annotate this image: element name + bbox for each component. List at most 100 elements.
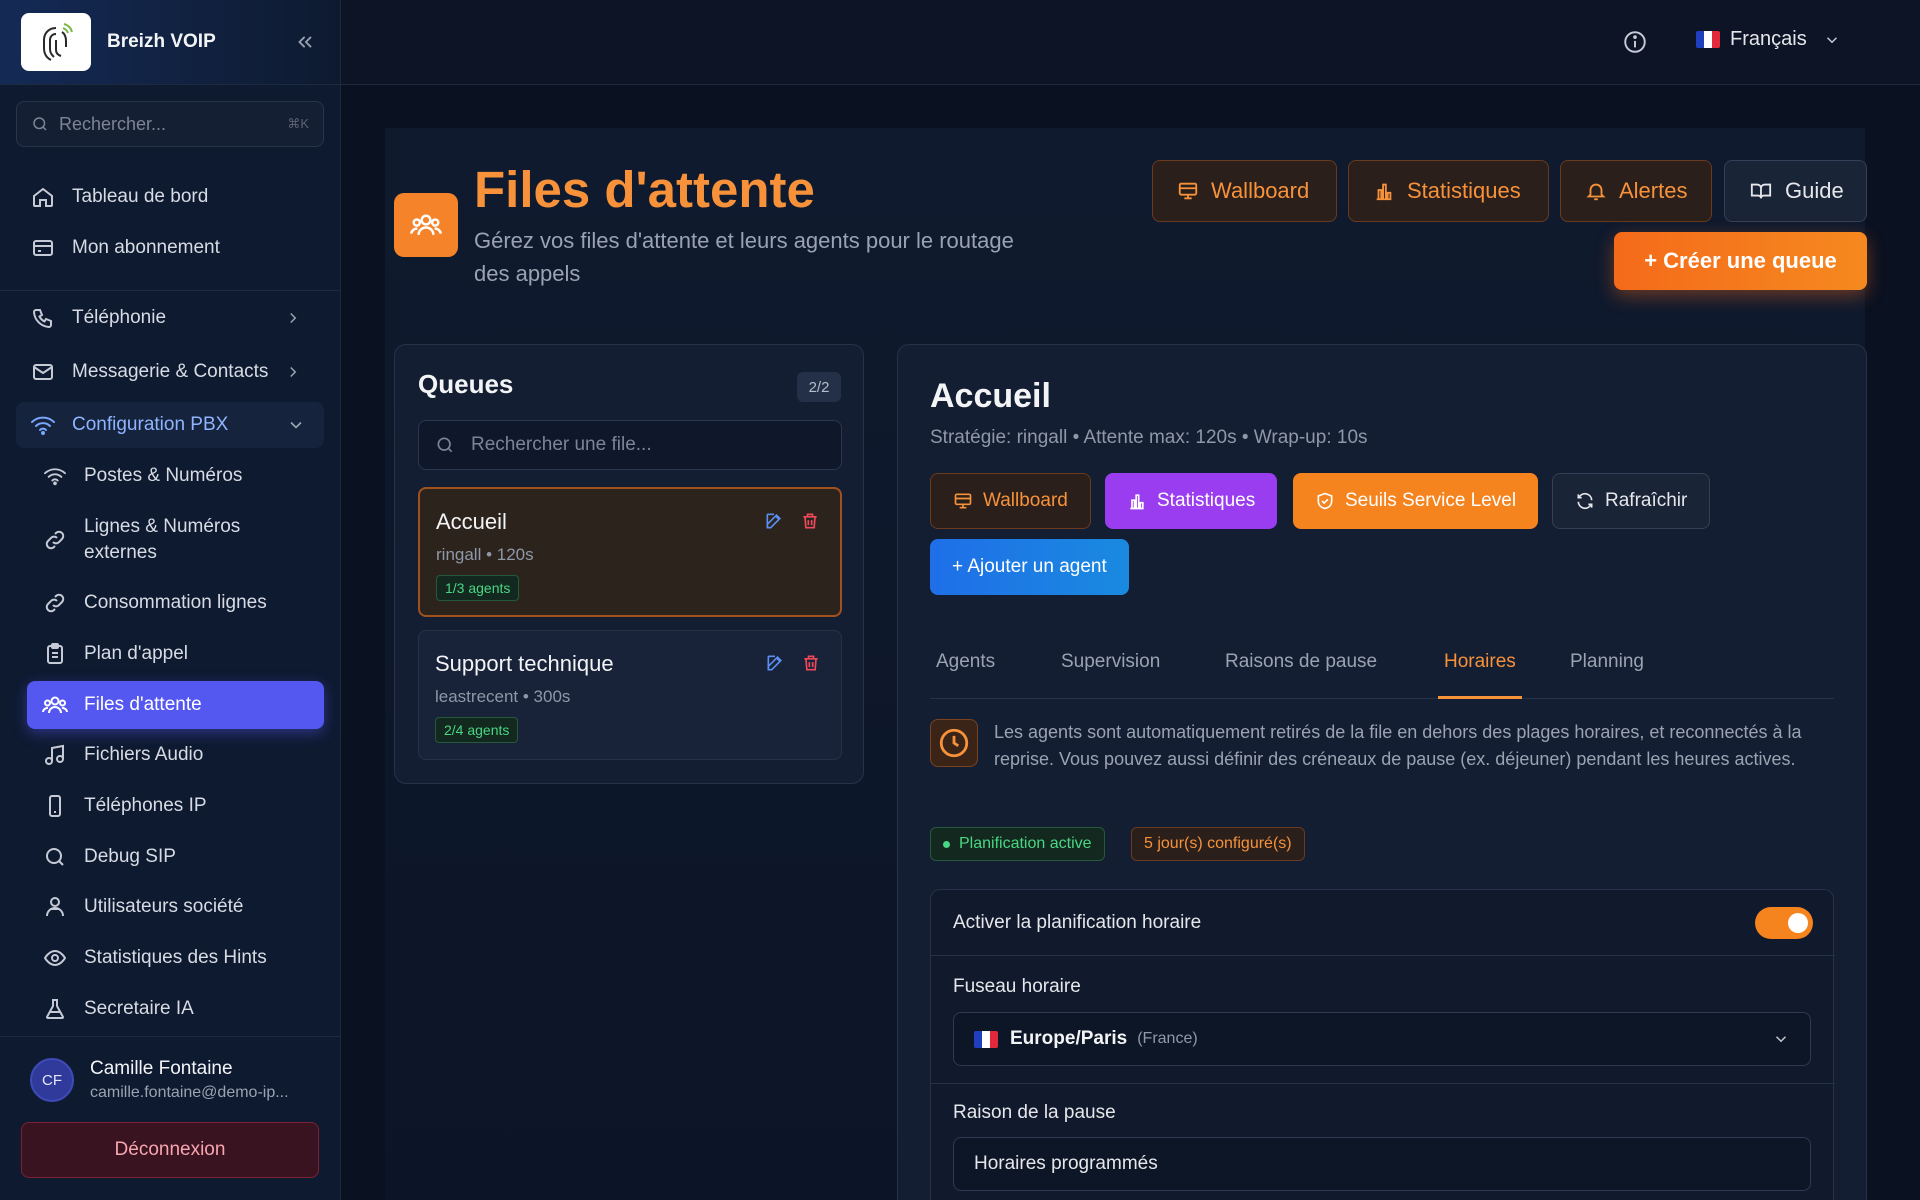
bar-chart-icon — [1373, 180, 1395, 202]
user-profile[interactable]: CF Camille Fontaine camille.fontaine@dem… — [30, 1058, 289, 1102]
sidebar-item-users[interactable]: Utilisateurs société — [42, 884, 322, 930]
brand-header: Breizh VOIP — [0, 0, 340, 85]
sidebar-search[interactable]: Rechercher... ⌘K — [16, 101, 324, 147]
user-email: camille.fontaine@demo-ip... — [90, 1084, 289, 1101]
wifi-icon — [30, 412, 56, 438]
queue-detail-panel: Accueil Stratégie: ringall • Attente max… — [897, 344, 1867, 1200]
users-icon — [42, 692, 68, 718]
timezone-select[interactable]: Europe/Paris (France) — [953, 1012, 1811, 1066]
sidebar-item-label: Téléphones IP — [84, 795, 207, 816]
brand-name: Breizh VOIP — [107, 31, 216, 52]
refresh-label: Rafraîchir — [1605, 490, 1688, 511]
refresh-icon — [1575, 491, 1595, 511]
alerts-button-label: Alertes — [1619, 178, 1688, 203]
tab-planning[interactable]: Planning — [1564, 645, 1650, 699]
queue-search-input[interactable]: Rechercher une file... — [418, 420, 842, 470]
sidebar-item-dashboard[interactable]: Tableau de bord — [30, 174, 320, 220]
chevron-right-icon — [284, 363, 302, 381]
search-shortcut: ⌘K — [287, 116, 309, 131]
wallboard-button-label: Wallboard — [1211, 178, 1310, 203]
timezone-row: Fuseau horaire Europe/Paris (France) — [931, 956, 1835, 1084]
link-icon — [42, 527, 68, 553]
tab-schedules[interactable]: Horaires — [1438, 645, 1522, 699]
sidebar-item-telephony[interactable]: Téléphonie — [30, 295, 320, 341]
alerts-button[interactable]: Alertes — [1560, 160, 1712, 222]
add-agent-button[interactable]: + Ajouter un agent — [930, 539, 1129, 595]
edit-icon[interactable] — [764, 511, 784, 531]
chevron-down-icon — [1772, 1030, 1790, 1048]
edit-icon[interactable] — [765, 653, 785, 673]
enable-schedule-label: Activer la planification horaire — [953, 912, 1202, 933]
service-level-thresholds-button[interactable]: Seuils Service Level — [1293, 473, 1539, 529]
pause-reason-label: Raison de la pause — [953, 1102, 1116, 1123]
chevron-down-icon — [1823, 31, 1841, 49]
statistics-button[interactable]: Statistiques — [1348, 160, 1549, 222]
status-dot — [943, 840, 950, 848]
brand-logo[interactable] — [21, 13, 91, 71]
sidebar-item-dialplan[interactable]: Plan d'appel — [42, 631, 322, 677]
sidebar-item-label: Tableau de bord — [72, 186, 209, 207]
enable-schedule-toggle[interactable] — [1755, 907, 1813, 939]
queue-card-accueil[interactable]: Accueil ringall • 120s 1/3 agents — [418, 487, 842, 617]
sidebar-item-ai-secretary[interactable]: Secretaire IA — [42, 986, 322, 1032]
bar-chart-icon — [1127, 491, 1147, 511]
queue-wallboard-button[interactable]: Wallboard — [930, 473, 1091, 529]
sidebar: Breizh VOIP Rechercher... ⌘K Tableau de … — [0, 0, 341, 1200]
pause-reason-input[interactable]: Horaires programmés — [953, 1137, 1811, 1191]
sidebar-item-messaging[interactable]: Messagerie & Contacts — [30, 349, 320, 395]
sidebar-item-hints[interactable]: Statistiques des Hints — [42, 935, 322, 981]
credit-card-icon — [30, 235, 56, 261]
queues-title: Queues — [418, 369, 514, 399]
schedule-active-label: Planification active — [959, 835, 1092, 852]
schedule-active-badge: Planification active — [930, 827, 1105, 861]
trash-icon[interactable] — [801, 653, 821, 673]
trash-icon[interactable] — [800, 511, 820, 531]
phone-icon — [30, 305, 56, 331]
queue-name: Accueil — [436, 509, 507, 534]
queue-detail-subtitle: Stratégie: ringall • Attente max: 120s •… — [930, 427, 1368, 448]
sidebar-item-phones[interactable]: Téléphones IP — [42, 783, 322, 829]
queues-page-icon — [394, 193, 458, 257]
queue-statistics-button[interactable]: Statistiques — [1105, 473, 1278, 529]
sidebar-item-label: Plan d'appel — [84, 643, 188, 664]
wifi-icon — [42, 463, 68, 489]
user-name: Camille Fontaine — [90, 1058, 233, 1079]
guide-button[interactable]: Guide — [1724, 160, 1867, 222]
wallboard-button[interactable]: Wallboard — [1152, 160, 1337, 222]
guide-button-label: Guide — [1785, 178, 1844, 203]
france-flag-icon — [1696, 31, 1720, 48]
language-selector[interactable]: Français — [1696, 28, 1841, 51]
tab-agents[interactable]: Agents — [930, 645, 1001, 699]
sidebar-item-queues[interactable]: Files d'attente — [27, 681, 324, 729]
link-icon — [42, 590, 68, 616]
sidebar-item-extensions[interactable]: Postes & Numéros — [42, 453, 322, 499]
user-group-icon — [42, 894, 68, 920]
sidebar-item-label: Debug SIP — [84, 846, 176, 867]
tab-supervision[interactable]: Supervision — [1055, 645, 1166, 699]
logout-button[interactable]: Déconnexion — [21, 1122, 319, 1178]
sidebar-item-label: Téléphonie — [72, 307, 167, 328]
sidebar-item-label: Mon abonnement — [72, 237, 220, 258]
monitor-icon — [953, 491, 973, 511]
clock-icon — [930, 719, 978, 767]
sidebar-item-label: Messagerie & Contacts — [72, 361, 269, 382]
sidebar-item-audio[interactable]: Fichiers Audio — [42, 732, 322, 778]
queue-meta: leastrecent • 300s — [435, 687, 571, 706]
sidebar-item-debug[interactable]: Debug SIP — [42, 834, 322, 880]
info-icon[interactable] — [1622, 29, 1648, 55]
queues-count-badge: 2/2 — [797, 372, 841, 402]
sidebar-item-label: Fichiers Audio — [84, 744, 204, 765]
create-queue-button[interactable]: + Créer une queue — [1614, 232, 1867, 290]
pause-reason-row: Raison de la pause Horaires programmés — [931, 1084, 1835, 1200]
sidebar-item-subscription[interactable]: Mon abonnement — [30, 225, 320, 271]
tab-pause-reasons[interactable]: Raisons de pause — [1219, 645, 1383, 699]
sidebar-item-pbx-config[interactable]: Configuration PBX — [16, 402, 324, 448]
sidebar-item-consumption[interactable]: Consommation lignes — [42, 580, 322, 626]
refresh-button[interactable]: Rafraîchir — [1552, 473, 1711, 529]
collapse-sidebar-icon[interactable] — [291, 28, 319, 56]
queue-card-support[interactable]: Support technique leastrecent • 300s 2/4… — [418, 630, 842, 760]
chevron-right-icon — [284, 309, 302, 327]
sidebar-item-lines[interactable]: Lignes & Numéros externes — [42, 512, 322, 568]
monitor-icon — [1177, 180, 1199, 202]
days-configured-badge: 5 jour(s) configuré(s) — [1131, 827, 1305, 861]
